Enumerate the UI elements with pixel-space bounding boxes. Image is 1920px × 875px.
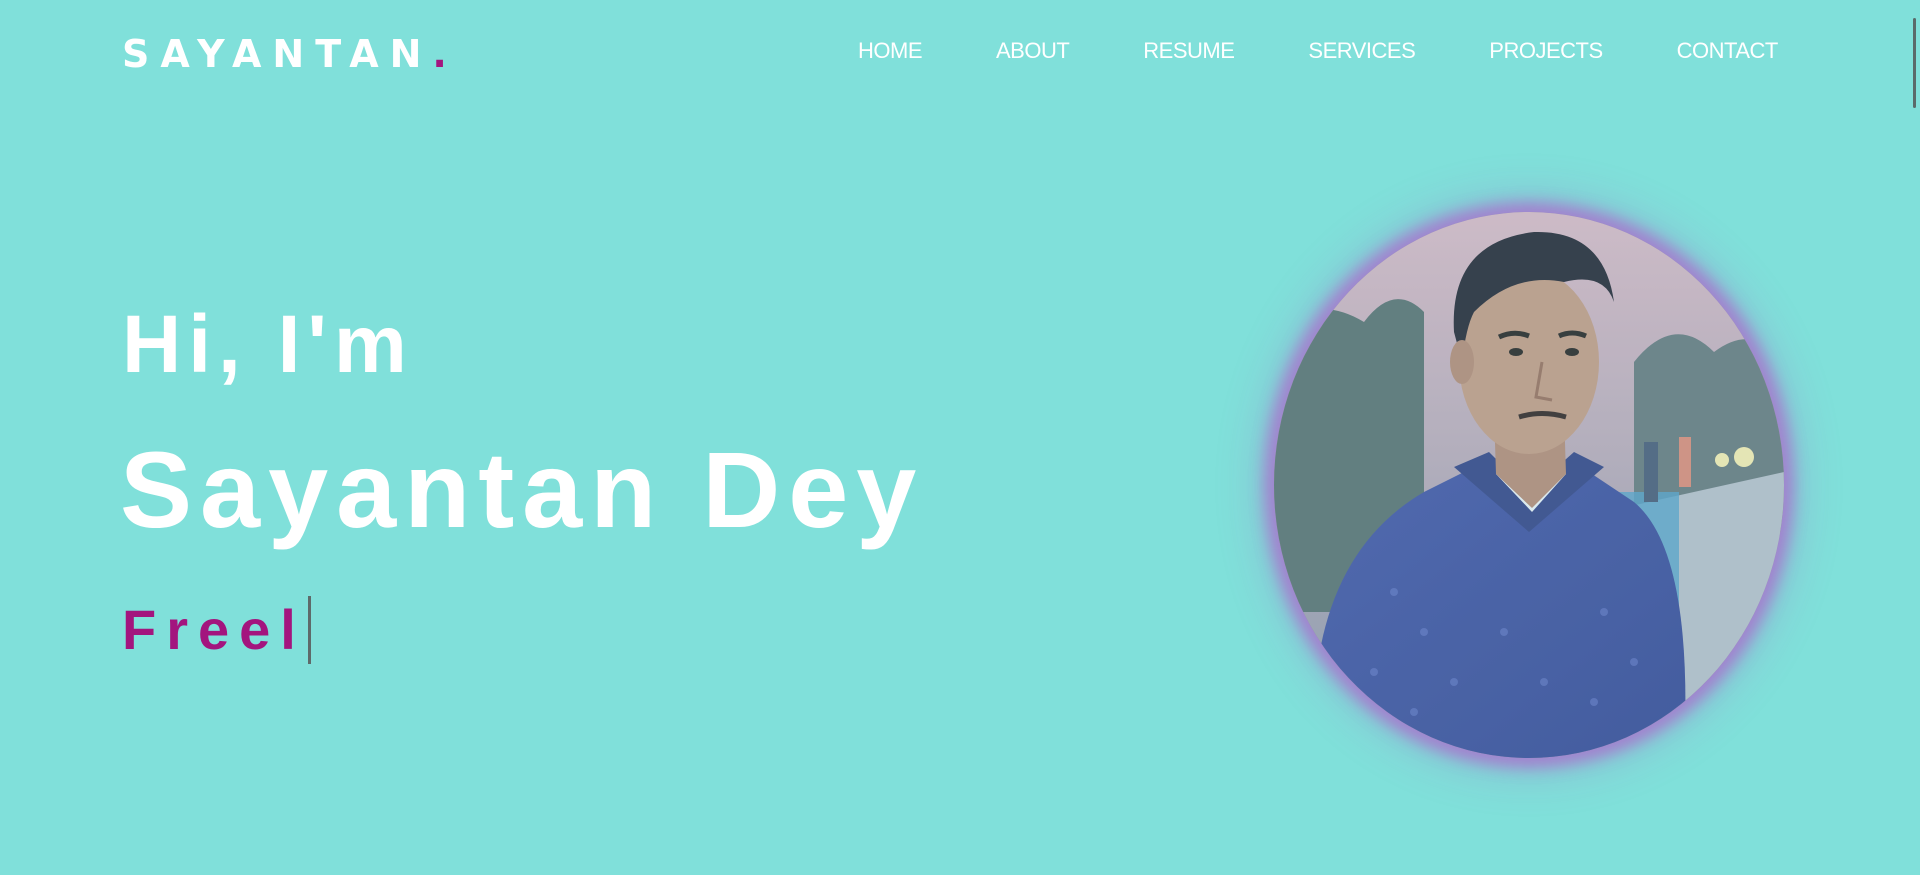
hero-greeting: Hi, I'm (122, 299, 414, 390)
typed-role: Freel (122, 594, 311, 666)
page-scrollbar[interactable] (1902, 0, 1920, 875)
hero-name: Sayantan Dey (120, 429, 925, 550)
scrollbar-thumb[interactable] (1913, 18, 1916, 108)
page: SAYANTAN. HOME ABOUT RESUME SERVICES PRO… (0, 0, 1920, 875)
nav-projects-link[interactable]: PROJECTS (1489, 36, 1603, 66)
site-logo[interactable]: SAYANTAN. (122, 30, 447, 78)
nav-home-link[interactable]: HOME (858, 36, 923, 66)
main-nav: HOME ABOUT RESUME SERVICES PROJECTS CONT… (858, 36, 1778, 66)
profile-photo-illustration (1274, 212, 1784, 758)
nav-about-link[interactable]: ABOUT (996, 36, 1070, 66)
logo-dot: . (432, 32, 447, 76)
logo-text: SAYANTAN (122, 32, 433, 76)
typing-cursor (307, 596, 311, 664)
nav-services-link[interactable]: SERVICES (1308, 36, 1415, 66)
nav-contact-link[interactable]: CONTACT (1677, 36, 1779, 66)
typed-role-text: Freel (122, 598, 306, 661)
nav-resume-link[interactable]: RESUME (1143, 36, 1235, 66)
profile-photo (1274, 212, 1784, 758)
